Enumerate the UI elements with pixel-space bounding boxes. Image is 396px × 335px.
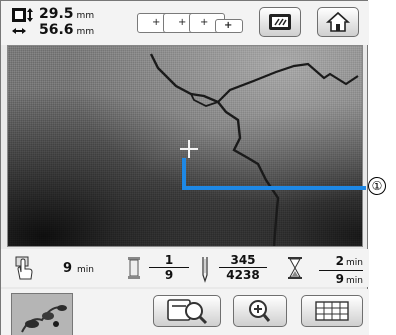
sewing-time-unit: min: [77, 265, 94, 275]
width-value: 56.6: [39, 22, 74, 38]
total-time-value: 9: [335, 272, 345, 286]
height-value: 29.5: [39, 6, 74, 22]
size-plus-medium-icon: +: [178, 17, 187, 28]
remaining-time-unit: min: [346, 258, 363, 268]
callout-leader-horizontal: [182, 186, 366, 190]
needle-icon: [202, 257, 208, 283]
size-plus-xlarge-icon: +: [224, 20, 233, 31]
frame-size-xlarge-button[interactable]: +: [215, 19, 243, 33]
remaining-time: 2 min 9 min: [319, 253, 363, 288]
thread-spool-icon: [128, 257, 140, 279]
grid-button[interactable]: [301, 295, 363, 327]
camera-view[interactable]: [7, 45, 363, 247]
height-unit: mm: [76, 11, 95, 21]
width-unit: mm: [76, 27, 95, 37]
size-plus-small-icon: +: [152, 17, 161, 28]
pattern-thumbnail[interactable]: [11, 293, 73, 335]
camera-magnify-icon: [167, 299, 208, 325]
zoom-button[interactable]: [233, 295, 287, 327]
top-bar: 29.5 mm 56.6 mm + + + +: [1, 1, 369, 45]
stitch-tension-icon: [269, 14, 291, 30]
callout-leader-vertical: [182, 158, 186, 188]
embroidery-frame-selector[interactable]: + + + +: [137, 1, 247, 45]
hourglass-icon: [288, 257, 302, 279]
zoom-icon: [249, 300, 271, 322]
stitch-total: 4238: [226, 268, 260, 282]
remaining-time-value: 2: [335, 254, 345, 268]
stitch-tension-button[interactable]: [259, 7, 301, 37]
home-icon: [325, 11, 351, 32]
needle-position-marker: [180, 140, 198, 158]
callout-number-marker: ①: [368, 177, 386, 195]
color-count: 1 9: [149, 253, 189, 282]
status-bar: 9 min 1 9 345 4238 2 min 9 min: [1, 249, 369, 287]
pattern-dimensions: 29.5 mm 56.6 mm: [39, 5, 95, 38]
hand-time-icon: [15, 256, 33, 280]
camera-magnify-button[interactable]: [153, 295, 221, 327]
size-plus-large-icon: +: [200, 17, 209, 28]
sewing-time-value: 9: [63, 261, 73, 276]
pattern-thumbnail-icon: [21, 305, 67, 333]
color-current: 1: [149, 253, 189, 268]
bottom-bar: [1, 289, 369, 335]
stitch-current: 345: [219, 253, 267, 268]
grid-icon: [315, 301, 349, 321]
stitch-count: 345 4238: [219, 253, 267, 282]
home-button[interactable]: [317, 7, 359, 37]
color-total: 9: [164, 268, 174, 282]
pattern-size-icon: [12, 8, 33, 34]
total-time-unit: min: [346, 276, 363, 286]
